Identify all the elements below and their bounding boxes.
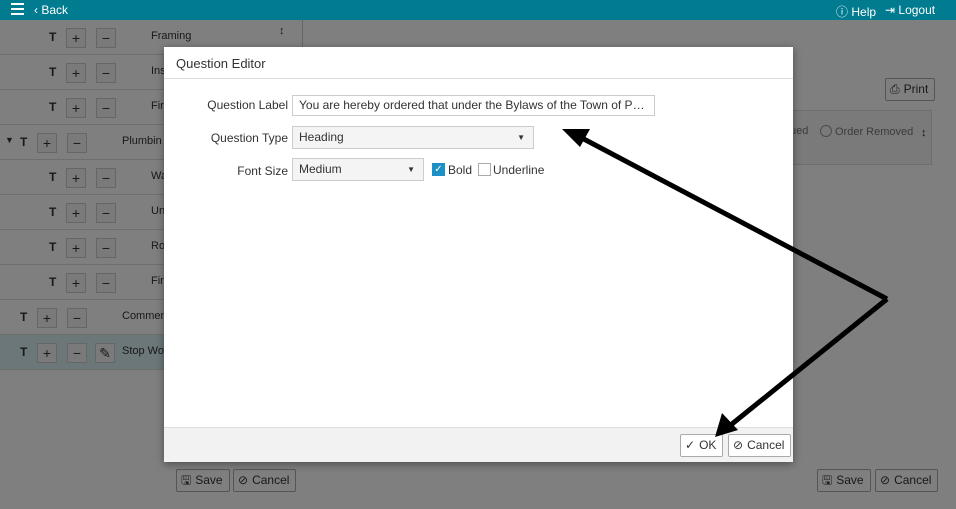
help-label: Help xyxy=(851,5,877,19)
top-bar: ‹ Back ⓘ Help ⇥ Logout xyxy=(0,0,956,20)
help-link[interactable]: ⓘ Help xyxy=(836,3,876,20)
chevron-down-icon: ▼ xyxy=(517,133,525,142)
chevron-down-icon: ▼ xyxy=(407,165,415,174)
underline-checkbox[interactable] xyxy=(478,163,491,176)
dialog-footer: ✓ OK ⊘ Cancel xyxy=(164,427,793,462)
hamburger-menu-icon[interactable] xyxy=(11,3,24,16)
question-type-value: Heading xyxy=(299,130,344,144)
question-type-label: Question Type xyxy=(210,131,288,145)
ok-label: OK xyxy=(699,438,717,452)
back-label: Back xyxy=(41,3,69,17)
logout-icon: ⇥ xyxy=(885,3,896,17)
checkmark-icon: ✓ xyxy=(434,164,443,175)
font-size-value: Medium xyxy=(299,162,342,176)
help-icon: ⓘ xyxy=(836,5,849,19)
dialog-title: Question Editor xyxy=(164,47,793,79)
question-type-select[interactable]: Heading ▼ xyxy=(292,126,534,149)
checkmark-icon: ✓ xyxy=(685,438,696,452)
underline-label: Underline xyxy=(493,163,545,177)
cancel-icon: ⊘ xyxy=(733,438,744,452)
font-size-label: Font Size xyxy=(237,164,288,178)
question-editor-dialog: Question Editor Question Label You are h… xyxy=(164,47,793,462)
cancel-dialog-button[interactable]: ⊘ Cancel xyxy=(728,434,792,457)
cancel-label: Cancel xyxy=(747,438,785,452)
bold-checkbox[interactable]: ✓ xyxy=(432,163,445,176)
question-label-label: Question Label xyxy=(207,98,288,112)
bold-label: Bold xyxy=(448,163,473,177)
logout-label: Logout xyxy=(898,3,936,17)
back-link[interactable]: ‹ Back xyxy=(34,3,68,17)
ok-button[interactable]: ✓ OK xyxy=(680,434,724,457)
question-label-input[interactable]: You are hereby ordered that under the By… xyxy=(292,95,655,116)
logout-link[interactable]: ⇥ Logout xyxy=(885,3,935,17)
font-size-select[interactable]: Medium ▼ xyxy=(292,158,424,181)
